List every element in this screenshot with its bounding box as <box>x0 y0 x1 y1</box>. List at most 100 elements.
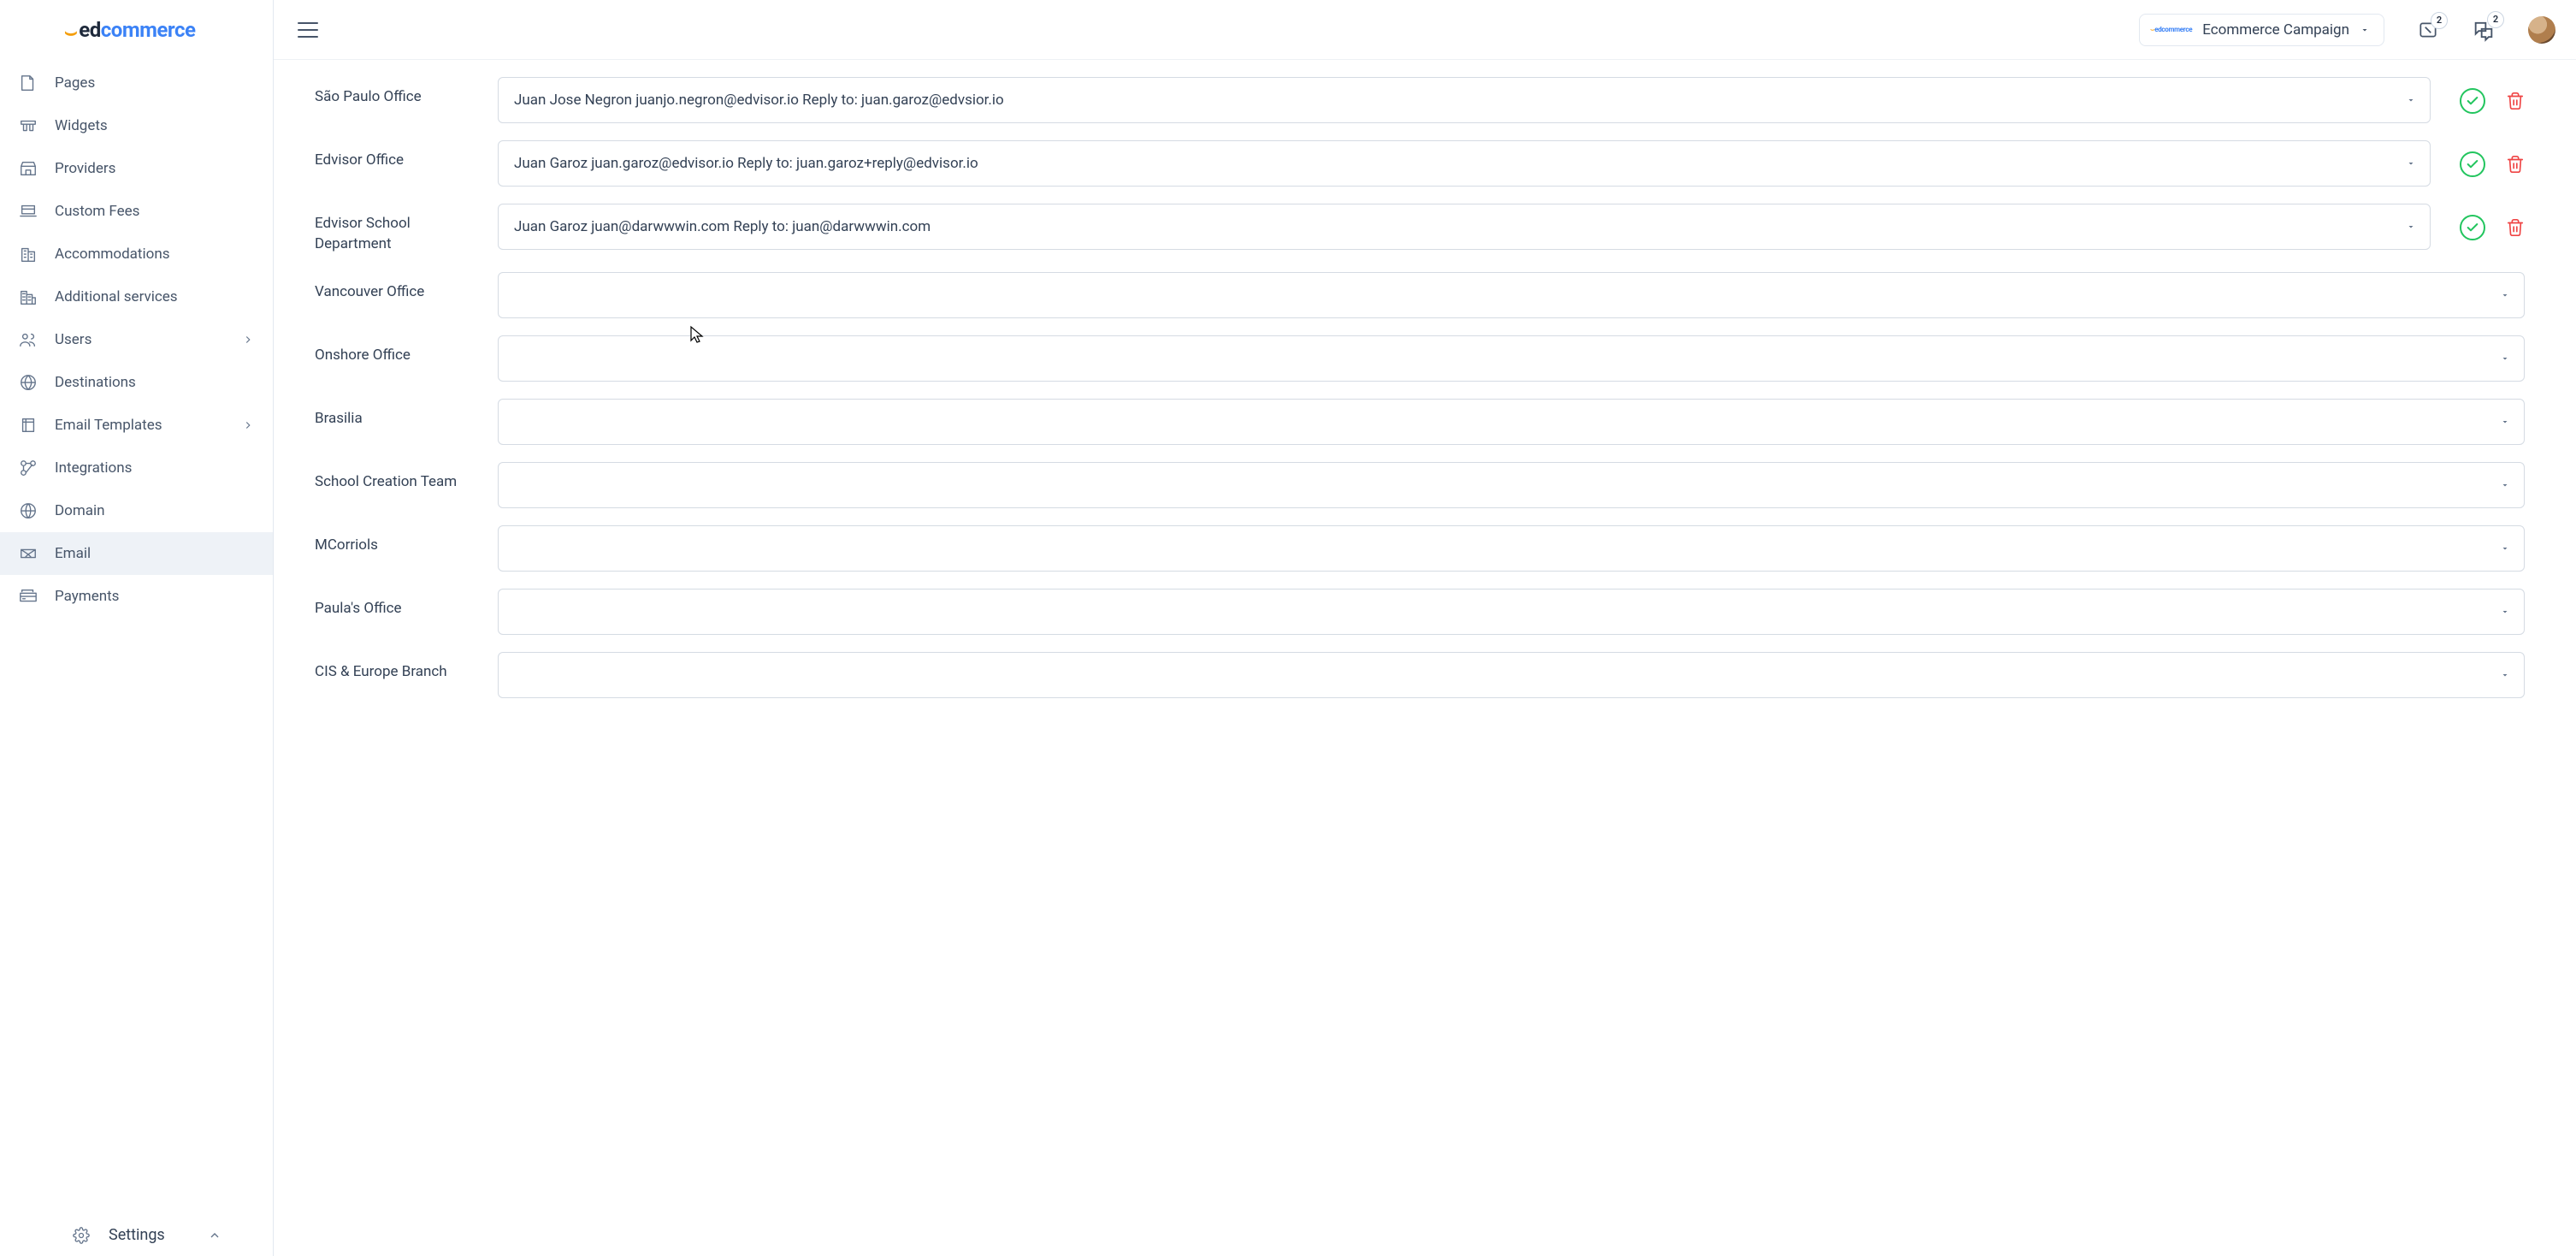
logo-prefix: ed <box>79 18 100 42</box>
notifications-announcements[interactable]: 2 <box>2417 19 2439 41</box>
chevron-down-icon <box>2500 607 2510 617</box>
sidebar-item-providers[interactable]: Providers <box>0 147 273 190</box>
domain-icon <box>19 501 38 520</box>
email-sender-select[interactable] <box>498 335 2525 382</box>
office-email-row: Onshore Office <box>315 335 2525 382</box>
office-email-row: Edvisor OfficeJuan Garoz juan.garoz@edvi… <box>315 140 2525 187</box>
chevron-right-icon <box>242 334 254 346</box>
chevron-up-icon <box>208 1229 222 1242</box>
payments-icon <box>19 587 38 606</box>
delete-icon[interactable] <box>2506 155 2525 174</box>
sidebar-item-destinations[interactable]: Destinations <box>0 361 273 404</box>
sidebar-item-additional-services[interactable]: Additional services <box>0 275 273 318</box>
users-icon <box>19 330 38 349</box>
verified-check-icon[interactable] <box>2460 88 2485 114</box>
sidebar-item-payments[interactable]: Payments <box>0 575 273 618</box>
sidebar-item-label: Accommodations <box>55 246 169 263</box>
select-value: Juan Garoz juan@darwwwin.com Reply to: j… <box>514 218 931 235</box>
sidebar-item-pages[interactable]: Pages <box>0 62 273 104</box>
user-avatar[interactable] <box>2528 16 2555 44</box>
sidebar-item-integrations[interactable]: Integrations <box>0 447 273 489</box>
office-label: Onshore Office <box>315 335 477 366</box>
chevron-down-icon <box>2500 543 2510 554</box>
topbar: ⌣edcommerce Ecommerce Campaign 2 2 <box>274 0 2576 60</box>
email-sender-select[interactable]: Juan Garoz juan@darwwwin.com Reply to: j… <box>498 204 2431 250</box>
sidebar-item-label: Custom Fees <box>55 203 139 220</box>
office-label: CIS & Europe Branch <box>315 652 477 683</box>
sidebar-item-domain[interactable]: Domain <box>0 489 273 532</box>
email-sender-select[interactable] <box>498 525 2525 572</box>
campaign-label: Ecommerce Campaign <box>2202 21 2349 39</box>
office-label: Edvisor School Department <box>315 204 477 255</box>
sidebar-item-label: Widgets <box>55 117 108 134</box>
settings-label: Settings <box>109 1226 165 1244</box>
sidebar-item-label: Pages <box>55 74 95 92</box>
row-actions <box>2460 204 2525 240</box>
gear-icon <box>73 1227 90 1244</box>
chevron-down-icon <box>2500 353 2510 364</box>
email-sender-select[interactable] <box>498 399 2525 445</box>
office-label: São Paulo Office <box>315 77 477 108</box>
office-email-row: CIS & Europe Branch <box>315 652 2525 698</box>
email-sender-select[interactable]: Juan Garoz juan.garoz@edvisor.io Reply t… <box>498 140 2431 187</box>
sidebar-item-label: Additional services <box>55 288 178 305</box>
office-label: Paula's Office <box>315 589 477 619</box>
menu-toggle-icon[interactable] <box>298 22 318 38</box>
sidebar-item-email-templates[interactable]: Email Templates <box>0 404 273 447</box>
sidebar-item-accommodations[interactable]: Accommodations <box>0 233 273 275</box>
sidebar-nav: Pages Widgets Providers Custom Fees Accommod… <box>0 60 273 1214</box>
delete-icon[interactable] <box>2506 92 2525 110</box>
row-actions <box>2460 77 2525 114</box>
email-settings-content: São Paulo Office Juan Jose Negron juanjo.… <box>274 60 2576 1256</box>
email-sender-select[interactable] <box>498 272 2525 318</box>
badge-count: 2 <box>2487 11 2504 28</box>
email-icon <box>19 544 38 563</box>
row-actions <box>2460 140 2525 177</box>
verified-check-icon[interactable] <box>2460 215 2485 240</box>
badge-count: 2 <box>2431 12 2448 29</box>
store-icon <box>19 159 38 178</box>
verified-check-icon[interactable] <box>2460 151 2485 177</box>
sidebar-settings[interactable]: Settings <box>0 1214 273 1256</box>
campaign-selector[interactable]: ⌣edcommerce Ecommerce Campaign <box>2139 14 2384 46</box>
chevron-down-icon <box>2406 222 2416 232</box>
services-icon <box>19 287 38 306</box>
sidebar-item-label: Email <box>55 545 91 562</box>
office-label: Brasilia <box>315 399 477 430</box>
file-icon <box>19 74 38 92</box>
chevron-right-icon <box>242 419 254 431</box>
office-label: MCorriols <box>315 525 477 556</box>
office-email-row: São Paulo Office Juan Jose Negron juanjo.… <box>315 77 2525 123</box>
sidebar-item-label: Domain <box>55 502 105 519</box>
office-email-row: Paula's Office <box>315 589 2525 635</box>
office-email-row: School Creation Team <box>315 462 2525 508</box>
email-sender-select[interactable]: Juan Jose Negron juanjo.negron@edvisor.i… <box>498 77 2431 123</box>
main-area: ⌣edcommerce Ecommerce Campaign 2 2 São P… <box>274 0 2576 1256</box>
sidebar: ⌣ edcommerce Pages Widgets Providers Custom… <box>0 0 274 1256</box>
globe-icon <box>19 373 38 392</box>
widget-icon <box>19 116 38 135</box>
sidebar-item-custom-fees[interactable]: Custom Fees <box>0 190 273 233</box>
office-email-row: Edvisor School Department Juan Garoz juan… <box>315 204 2525 255</box>
office-label: School Creation Team <box>315 462 477 493</box>
logo[interactable]: ⌣ edcommerce <box>0 0 273 60</box>
template-icon <box>19 416 38 435</box>
logo-suffix: commerce <box>101 18 196 42</box>
email-sender-select[interactable] <box>498 652 2525 698</box>
email-sender-select[interactable] <box>498 462 2525 508</box>
logo-tilde-icon: ⌣ <box>64 20 77 44</box>
sidebar-item-widgets[interactable]: Widgets <box>0 104 273 147</box>
sidebar-item-label: Email Templates <box>55 417 162 434</box>
sidebar-item-email[interactable]: Email <box>0 532 273 575</box>
sidebar-item-label: Providers <box>55 160 115 177</box>
delete-icon[interactable] <box>2506 218 2525 237</box>
office-email-row: Brasilia <box>315 399 2525 445</box>
email-sender-select[interactable] <box>498 589 2525 635</box>
sidebar-item-label: Payments <box>55 588 119 605</box>
sidebar-item-users[interactable]: Users <box>0 318 273 361</box>
select-value: Juan Jose Negron juanjo.negron@edvisor.i… <box>514 92 1004 109</box>
chevron-down-icon <box>2500 417 2510 427</box>
notifications-messages[interactable]: 2 <box>2472 18 2496 42</box>
chevron-down-icon <box>2500 670 2510 680</box>
chevron-down-icon <box>2500 480 2510 490</box>
